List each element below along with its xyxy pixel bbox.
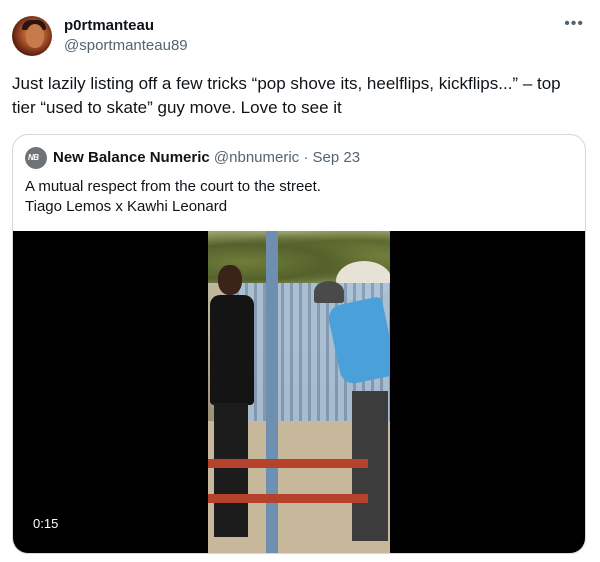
- video-player[interactable]: 0:15: [13, 231, 585, 553]
- tweet-text: Just lazily listing off a few tricks “po…: [12, 74, 561, 117]
- quoted-handle[interactable]: @nbnumeric: [214, 149, 299, 166]
- avatar-face-shape: [26, 24, 44, 48]
- new-balance-logo-icon: NB: [28, 153, 39, 162]
- person-left-head: [218, 265, 242, 295]
- video-bench-seat: [208, 494, 368, 503]
- video-frame: [208, 231, 390, 553]
- quoted-separator: ·: [303, 149, 309, 166]
- person-left-legs: [214, 403, 248, 537]
- quoted-text: A mutual respect from the court to the s…: [25, 177, 321, 217]
- quoted-text-line-2: Tiago Lemos x Kawhi Leonard: [25, 198, 228, 215]
- quoted-header: New Balance Numeric @nbnumeric · Sep 23: [53, 148, 360, 168]
- person-left-body: [210, 295, 254, 405]
- more-icon[interactable]: •••: [564, 14, 584, 34]
- video-duration: 0:15: [33, 516, 59, 531]
- video-pole: [266, 231, 278, 553]
- quoted-display-name[interactable]: New Balance Numeric: [53, 149, 210, 166]
- quoted-avatar[interactable]: NB: [25, 147, 47, 169]
- person-right-torso: [326, 296, 390, 386]
- video-person-left: [210, 265, 256, 545]
- tweet: p0rtmanteau @sportmanteau89 ••• Just laz…: [0, 0, 600, 562]
- quoted-tweet[interactable]: NB New Balance Numeric @nbnumeric · Sep …: [12, 134, 586, 554]
- video-bench-top: [208, 459, 368, 468]
- quoted-date[interactable]: Sep 23: [313, 149, 361, 166]
- user-avatar[interactable]: [12, 16, 52, 56]
- person-right-cap: [314, 281, 344, 303]
- display-name[interactable]: p0rtmanteau: [64, 16, 154, 36]
- video-person-right: [308, 281, 390, 551]
- user-handle[interactable]: @sportmanteau89: [64, 36, 188, 56]
- quoted-text-line-1: A mutual respect from the court to the s…: [25, 178, 321, 195]
